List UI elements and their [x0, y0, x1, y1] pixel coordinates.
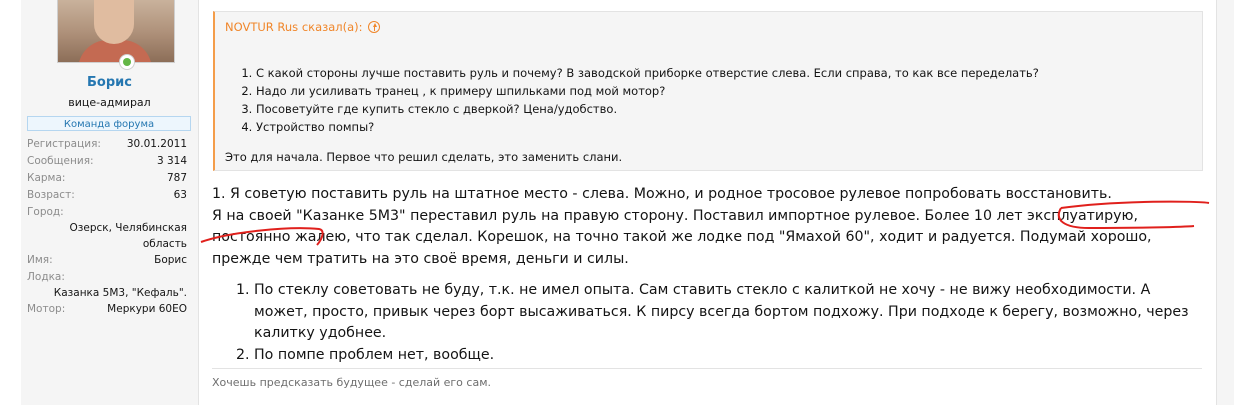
- stat-value: 63: [173, 189, 187, 201]
- stat-label: Карма:: [27, 172, 66, 184]
- stat-value: 30.01.2011: [126, 138, 187, 150]
- stat-karma: Карма: 787: [27, 170, 187, 187]
- user-banner: Команда форума: [27, 116, 191, 131]
- online-status-icon: [119, 54, 135, 70]
- stat-boat: Лодка: Казанка 5М3, "Кефаль".: [27, 269, 187, 301]
- reply-list-item: По помпе проблем нет, вообще.: [254, 345, 1202, 367]
- user-stats: Регистрация: 30.01.2011 Сообщения: 3 314…: [27, 136, 187, 318]
- stat-label: Лодка:: [27, 271, 65, 283]
- quote-list-item: С какой стороны лучше поставить руль и п…: [256, 64, 1039, 82]
- stat-messages: Сообщения: 3 314: [27, 153, 187, 170]
- stat-value[interactable]: 3 314: [157, 153, 187, 170]
- stat-value: Меркури 60ЕО: [107, 303, 187, 315]
- reply-paragraph: Я на своей "Казанке 5М3" переставил руль…: [212, 207, 1152, 267]
- stat-label: Возраст:: [27, 189, 75, 201]
- avatar-face: [94, 0, 134, 44]
- stat-registration: Регистрация: 30.01.2011: [27, 136, 187, 153]
- stat-label: Регистрация:: [27, 138, 101, 150]
- reply-list-item: По стеклу советовать не буду, т.к. не им…: [254, 280, 1202, 345]
- quote-author[interactable]: NOVTUR Rus сказал(а):: [225, 20, 363, 34]
- stat-value: Борис: [154, 254, 187, 266]
- quote-list-item: Устройство помпы?: [256, 118, 1039, 136]
- reply-body: 1. Я советую поставить руль на штатное м…: [212, 184, 1202, 366]
- reply-paragraph: 1. Я советую поставить руль на штатное м…: [212, 186, 1112, 202]
- jump-to-quote-icon[interactable]: [367, 21, 380, 33]
- stat-label: Имя:: [27, 254, 53, 266]
- stat-name: Имя: Борис: [27, 252, 187, 269]
- reply-list: По стеклу советовать не буду, т.к. не им…: [212, 280, 1202, 366]
- user-sidebar: Борис вице-адмирал Команда форума Регист…: [21, 0, 199, 405]
- avatar[interactable]: [57, 0, 175, 63]
- stat-label: Сообщения:: [27, 155, 94, 167]
- quote-block: NOVTUR Rus сказал(а): С какой стороны лу…: [213, 11, 1203, 171]
- stat-age: Возраст: 63: [27, 187, 187, 204]
- quote-list: С какой стороны лучше поставить руль и п…: [239, 64, 1039, 136]
- stat-label: Город:: [27, 206, 64, 218]
- username-link[interactable]: Борис: [21, 75, 198, 90]
- signature: Хочешь предсказать будущее - сделай его …: [212, 376, 491, 389]
- quote-header[interactable]: NOVTUR Rus сказал(а):: [225, 20, 380, 34]
- stat-value: Озерск, Челябинская область: [69, 222, 187, 250]
- stat-motor: Мотор: Меркури 60ЕО: [27, 301, 187, 318]
- stat-value: Казанка 5М3, "Кефаль".: [53, 287, 187, 299]
- stat-city: Город: Озерск, Челябинская область: [27, 204, 187, 252]
- post-main: NOVTUR Rus сказал(а): С какой стороны лу…: [199, 0, 1215, 405]
- signature-divider: [212, 368, 1202, 369]
- quote-list-item: Надо ли усиливать транец , к примеру шпи…: [256, 82, 1039, 100]
- quote-list-item: Посоветуйте где купить стекло с дверкой?…: [256, 100, 1039, 118]
- stat-label: Мотор:: [27, 303, 66, 315]
- user-title: вице-адмирал: [68, 96, 151, 109]
- stat-value: 787: [166, 172, 187, 184]
- scrollbar-track[interactable]: [1216, 0, 1234, 405]
- quote-footer: Это для начала. Первое что решил сделать…: [225, 150, 623, 164]
